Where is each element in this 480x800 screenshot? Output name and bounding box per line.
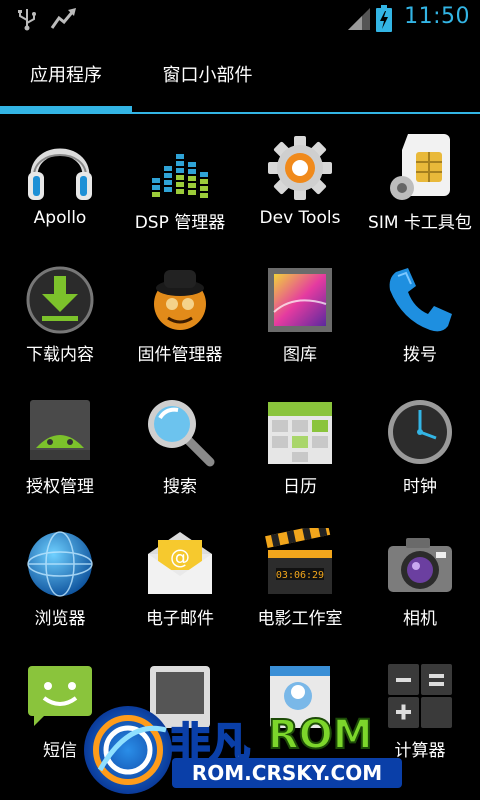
tab-selected-indicator xyxy=(0,106,132,114)
camera-icon xyxy=(388,538,452,592)
equalizer-icon xyxy=(152,154,208,198)
app-label: 搜索 xyxy=(163,477,197,497)
email-icon: @ xyxy=(148,532,212,594)
download-icon xyxy=(26,266,94,334)
app-grid: Apollo DSP 管理器 Dev Tools SIM 卡工具包 下载内容 固… xyxy=(0,114,480,800)
app-label: 固件管理器 xyxy=(137,345,223,365)
svg-text:@: @ xyxy=(170,545,190,569)
headphones-icon xyxy=(28,148,92,200)
sim-card-icon xyxy=(390,134,450,200)
app-superuser[interactable]: 授权管理 xyxy=(0,378,120,510)
gear-icon xyxy=(268,136,332,200)
clock-time: 11:50 xyxy=(404,4,470,29)
globe-icon xyxy=(27,531,93,597)
app-browser[interactable]: 浏览器 xyxy=(0,510,120,642)
clock-icon xyxy=(388,400,452,464)
watermark-brand-en: ROM xyxy=(267,711,374,759)
app-label: 图库 xyxy=(283,345,317,365)
app-calendar[interactable]: 日历 xyxy=(240,378,360,510)
tab-bar: 应用程序 窗口小部件 xyxy=(0,38,480,114)
battery-charging-icon xyxy=(376,5,392,32)
watermark-url: ROM.CRSKY.COM xyxy=(172,758,402,788)
svg-text:03:06:29: 03:06:29 xyxy=(276,570,324,581)
app-gallery[interactable]: 图库 xyxy=(240,246,360,378)
app-label: DSP 管理器 xyxy=(134,213,226,233)
app-label: 电子邮件 xyxy=(146,609,214,629)
gallery-icon xyxy=(268,268,332,332)
app-label: SIM 卡工具包 xyxy=(368,213,472,233)
status-bar: 11:50 xyxy=(0,0,480,38)
app-camera[interactable]: 相机 xyxy=(360,510,480,642)
app-dev-tools[interactable]: Dev Tools xyxy=(240,114,360,246)
rom-manager-icon xyxy=(154,270,206,330)
app-label: Dev Tools xyxy=(259,208,341,228)
tab-widgets[interactable]: 窗口小部件 xyxy=(140,38,275,114)
app-search[interactable]: 搜索 xyxy=(120,378,240,510)
usb-icon xyxy=(18,9,36,31)
app-label: 授权管理 xyxy=(26,477,94,497)
phone-icon xyxy=(389,268,452,332)
cell-signal-icon xyxy=(348,8,370,30)
app-movie-studio[interactable]: 03:06:29 电影工作室 xyxy=(240,510,360,642)
app-label: 日历 xyxy=(283,477,317,497)
app-dsp-manager[interactable]: DSP 管理器 xyxy=(120,114,240,246)
tab-apps[interactable]: 应用程序 xyxy=(0,38,132,114)
clapperboard-icon: 03:06:29 xyxy=(265,528,332,594)
app-clock[interactable]: 时钟 xyxy=(360,378,480,510)
app-downloads[interactable]: 下载内容 xyxy=(0,246,120,378)
app-label: 浏览器 xyxy=(34,609,86,629)
app-label: 下载内容 xyxy=(26,345,94,365)
app-dialer[interactable]: 拨号 xyxy=(360,246,480,378)
app-label: 电影工作室 xyxy=(257,609,343,629)
app-label: 相机 xyxy=(403,609,437,629)
magnifier-icon xyxy=(148,400,215,467)
app-sim-toolkit[interactable]: SIM 卡工具包 xyxy=(360,114,480,246)
app-email[interactable]: @ 电子邮件 xyxy=(120,510,240,642)
signal-activity-icon xyxy=(50,8,76,29)
app-rom-manager[interactable]: 固件管理器 xyxy=(120,246,240,378)
superuser-icon xyxy=(30,400,90,460)
app-apollo[interactable]: Apollo xyxy=(0,114,120,246)
calendar-icon xyxy=(268,402,332,464)
app-label: 时钟 xyxy=(403,477,437,497)
app-label: Apollo xyxy=(33,208,87,228)
app-label: 拨号 xyxy=(403,345,437,365)
